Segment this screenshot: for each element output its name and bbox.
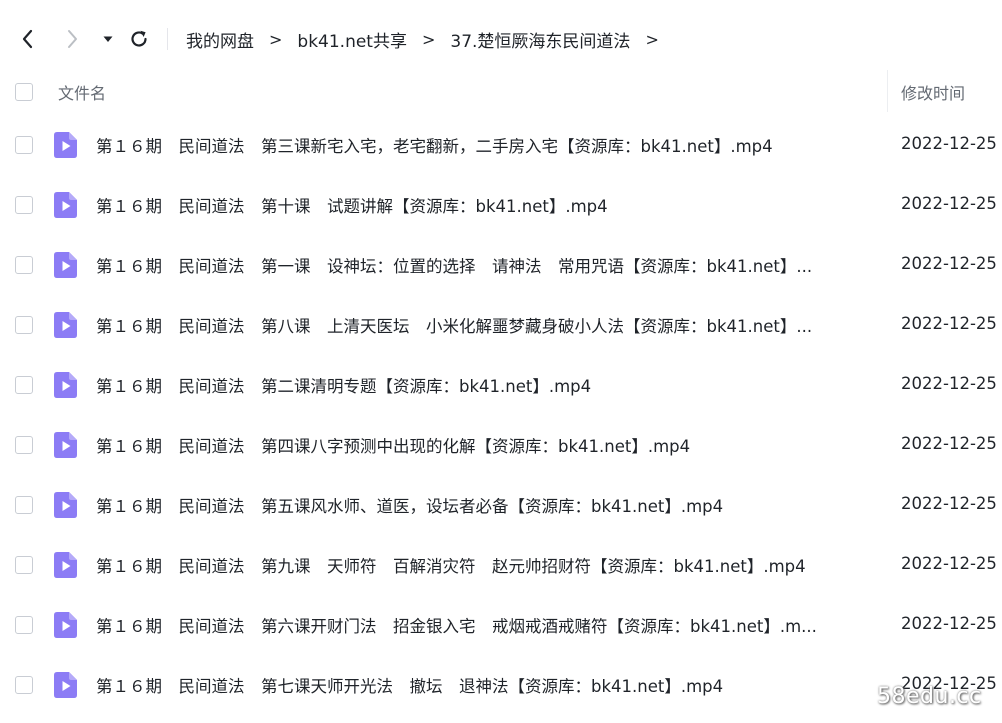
video-file-icon — [54, 312, 77, 338]
column-header-name[interactable]: 文件名 — [58, 80, 106, 104]
row-checkbox[interactable] — [15, 196, 33, 214]
chevron-right-icon — [68, 30, 77, 48]
breadcrumb-separator: > — [421, 29, 436, 49]
file-name: 第１６期 民间道法 第七课天师开光法 撤坛 退神法【资源库：bk41.net】.… — [96, 677, 724, 696]
refresh-icon — [131, 30, 147, 47]
table-row[interactable]: 第１６期 民间道法 第十课 试题讲解【资源库：bk41.net】.mp4 202… — [0, 175, 1002, 235]
video-file-icon — [54, 552, 77, 578]
watermark: 58edu.cc — [877, 684, 982, 709]
row-checkbox[interactable] — [15, 496, 33, 514]
table-row[interactable]: 第１６期 民间道法 第六课开财门法 招金银入宅 戒烟戒酒戒赌符【资源库：bk41… — [0, 595, 1002, 655]
file-modified-time: 2022-12-25 — [901, 614, 997, 633]
file-modified-time: 2022-12-25 — [901, 374, 997, 393]
video-file-icon — [54, 192, 77, 218]
chevron-left-icon — [22, 29, 33, 49]
breadcrumb-item-share[interactable]: bk41.net共享 — [297, 27, 407, 52]
file-name: 第１６期 民间道法 第二课清明专题【资源库：bk41.net】.mp4 — [96, 377, 592, 396]
row-checkbox[interactable] — [15, 676, 33, 694]
video-file-icon — [54, 612, 77, 638]
back-button[interactable] — [15, 26, 41, 52]
file-name: 第１６期 民间道法 第八课 上清天医坛 小米化解噩梦藏身破小人法【资源库：bk4… — [96, 317, 813, 336]
refresh-button[interactable] — [126, 26, 152, 52]
table-row[interactable]: 第１６期 民间道法 第九课 天师符 百解消灾符 赵元帅招财符【资源库：bk41.… — [0, 535, 1002, 595]
breadcrumb-item-root[interactable]: 我的网盘 — [186, 27, 254, 52]
table-row[interactable]: 第１６期 民间道法 第三课新宅入宅，老宅翻新，二手房入宅【资源库：bk41.ne… — [0, 115, 1002, 175]
file-list: 第１６期 民间道法 第三课新宅入宅，老宅翻新，二手房入宅【资源库：bk41.ne… — [0, 115, 1002, 715]
breadcrumb-separator: > — [269, 29, 283, 49]
table-row[interactable]: 第１６期 民间道法 第七课天师开光法 撤坛 退神法【资源库：bk41.net】.… — [0, 655, 1002, 715]
breadcrumb: 我的网盘 > bk41.net共享 > 37.楚恒厥海东民间道法 > — [186, 24, 674, 54]
file-name: 第１６期 民间道法 第四课八字预测中出现的化解【资源库：bk41.net】.mp… — [96, 437, 691, 456]
breadcrumb-separator: > — [645, 29, 659, 49]
table-header: 文件名 修改时间 — [0, 70, 1002, 114]
toolbar-divider — [167, 28, 168, 50]
file-name: 第１６期 民间道法 第一课 设神坛：位置的选择 请神法 常用咒语【资源库：bk4… — [96, 257, 813, 276]
file-name: 第１６期 民间道法 第十课 试题讲解【资源库：bk41.net】.mp4 — [96, 197, 608, 216]
video-file-icon — [54, 372, 77, 398]
file-modified-time: 2022-12-25 — [901, 434, 997, 453]
file-browser: 我的网盘 > bk41.net共享 > 37.楚恒厥海东民间道法 > 文件名 修… — [0, 0, 1002, 723]
row-checkbox[interactable] — [15, 376, 33, 394]
file-name: 第１６期 民间道法 第六课开财门法 招金银入宅 戒烟戒酒戒赌符【资源库：bk41… — [96, 617, 817, 636]
file-name: 第１６期 民间道法 第三课新宅入宅，老宅翻新，二手房入宅【资源库：bk41.ne… — [96, 137, 773, 156]
table-row[interactable]: 第１６期 民间道法 第四课八字预测中出现的化解【资源库：bk41.net】.mp… — [0, 415, 1002, 475]
row-checkbox[interactable] — [15, 316, 33, 334]
table-row[interactable]: 第１６期 民间道法 第八课 上清天医坛 小米化解噩梦藏身破小人法【资源库：bk4… — [0, 295, 1002, 355]
file-modified-time: 2022-12-25 — [901, 314, 997, 333]
file-modified-time: 2022-12-25 — [901, 134, 997, 153]
file-modified-time: 2022-12-25 — [901, 554, 997, 573]
table-row[interactable]: 第１６期 民间道法 第二课清明专题【资源库：bk41.net】.mp4 2022… — [0, 355, 1002, 415]
column-header-modified[interactable]: 修改时间 — [901, 80, 965, 104]
forward-button[interactable] — [59, 26, 85, 52]
file-modified-time: 2022-12-25 — [901, 494, 997, 513]
breadcrumb-item-current[interactable]: 37.楚恒厥海东民间道法 — [450, 27, 630, 52]
video-file-icon — [54, 432, 77, 458]
row-checkbox[interactable] — [15, 616, 33, 634]
file-name: 第１６期 民间道法 第五课风水师、道医，设坛者必备【资源库：bk41.net】.… — [96, 497, 724, 516]
column-resize-handle[interactable] — [887, 70, 888, 112]
table-row[interactable]: 第１６期 民间道法 第五课风水师、道医，设坛者必备【资源库：bk41.net】.… — [0, 475, 1002, 535]
select-all-checkbox[interactable] — [15, 83, 33, 101]
video-file-icon — [54, 132, 77, 158]
video-file-icon — [54, 252, 77, 278]
file-modified-time: 2022-12-25 — [901, 254, 997, 273]
row-checkbox[interactable] — [15, 436, 33, 454]
caret-down-icon — [103, 36, 113, 42]
video-file-icon — [54, 672, 77, 698]
row-checkbox[interactable] — [15, 556, 33, 574]
row-checkbox[interactable] — [15, 136, 33, 154]
history-dropdown-button[interactable] — [95, 26, 121, 52]
table-row[interactable]: 第１６期 民间道法 第一课 设神坛：位置的选择 请神法 常用咒语【资源库：bk4… — [0, 235, 1002, 295]
row-checkbox[interactable] — [15, 256, 33, 274]
file-name: 第１６期 民间道法 第九课 天师符 百解消灾符 赵元帅招财符【资源库：bk41.… — [96, 557, 806, 576]
toolbar: 我的网盘 > bk41.net共享 > 37.楚恒厥海东民间道法 > — [0, 0, 1002, 78]
video-file-icon — [54, 492, 77, 518]
file-modified-time: 2022-12-25 — [901, 194, 997, 213]
